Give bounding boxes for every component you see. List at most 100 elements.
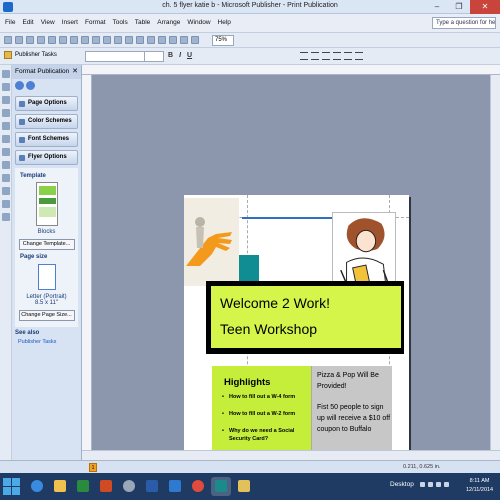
- powerpoint-taskbar-button[interactable]: [96, 477, 116, 496]
- change-page-size-button[interactable]: Change Page Size...: [18, 310, 75, 321]
- text-box-icon[interactable]: [2, 83, 10, 91]
- page-navigator-tab[interactable]: 1: [89, 463, 97, 472]
- start-button[interactable]: [3, 478, 21, 496]
- system-clock[interactable]: 8:11 AM 12/11/2014: [466, 477, 493, 495]
- zoom-select[interactable]: 75%: [212, 35, 234, 46]
- close-button[interactable]: ✕: [470, 0, 500, 14]
- hot-spot-icon[interactable]: [2, 200, 10, 208]
- print-icon[interactable]: [37, 36, 45, 44]
- cut-icon[interactable]: [81, 36, 89, 44]
- spelling-icon[interactable]: [59, 36, 67, 44]
- design-gallery-icon[interactable]: [2, 213, 10, 221]
- excel-taskbar-button[interactable]: [73, 477, 93, 496]
- oval-icon[interactable]: [2, 161, 10, 169]
- page-size-thumbnail[interactable]: [37, 264, 56, 290]
- color-schemes-button[interactable]: Color Schemes: [15, 114, 78, 129]
- internet-explorer-taskbar-button[interactable]: [27, 477, 47, 496]
- justify-icon[interactable]: [333, 52, 341, 60]
- insert-table-icon[interactable]: [2, 96, 10, 104]
- objects-toolbar: [0, 65, 12, 460]
- menu-view[interactable]: View: [41, 19, 55, 26]
- show-hidden-icons-icon[interactable]: [420, 482, 425, 487]
- publisher-taskbar-button[interactable]: [211, 477, 231, 496]
- page-options-button[interactable]: Page Options: [15, 96, 78, 111]
- italic-button[interactable]: I: [179, 52, 181, 59]
- file-explorer-taskbar-button[interactable]: [50, 477, 70, 496]
- bullets-icon[interactable]: [355, 52, 363, 60]
- desktop-toolbar[interactable]: Desktop: [390, 481, 414, 488]
- wordart-icon[interactable]: [2, 109, 10, 117]
- bold-button[interactable]: B: [168, 52, 173, 59]
- bring-forward-icon[interactable]: [147, 36, 155, 44]
- menu-table[interactable]: Table: [135, 19, 151, 26]
- windows-taskbar: Desktop 8:11 AM 12/11/2014: [0, 473, 500, 500]
- menu-format[interactable]: Format: [85, 19, 106, 26]
- vertical-scrollbar[interactable]: [490, 75, 500, 450]
- picture-frame-icon[interactable]: [2, 122, 10, 130]
- menu-insert[interactable]: Insert: [62, 19, 78, 26]
- menu-tools[interactable]: Tools: [113, 19, 128, 26]
- back-arrow-icon[interactable]: [15, 81, 24, 90]
- align-center-icon[interactable]: [311, 52, 319, 60]
- vertical-ruler[interactable]: [82, 75, 92, 450]
- publisher-tasks-button[interactable]: Publisher Tasks: [4, 51, 57, 59]
- template-thumbnail[interactable]: [35, 182, 58, 226]
- flag-icon[interactable]: [444, 482, 449, 487]
- numbering-icon[interactable]: [344, 52, 352, 60]
- help-search-input[interactable]: Type a question for help: [432, 17, 496, 29]
- menu-edit[interactable]: Edit: [22, 19, 33, 26]
- save-icon[interactable]: [26, 36, 34, 44]
- research-icon[interactable]: [70, 36, 78, 44]
- font-schemes-button[interactable]: Font Schemes: [15, 132, 78, 147]
- menu-file[interactable]: File: [5, 19, 15, 26]
- send-backward-icon[interactable]: [158, 36, 166, 44]
- forward-arrow-icon[interactable]: [26, 81, 35, 90]
- format-painter-icon[interactable]: [114, 36, 122, 44]
- logo-graphic[interactable]: [184, 198, 239, 286]
- insert-hyperlink-icon[interactable]: [169, 36, 177, 44]
- redo-icon[interactable]: [136, 36, 144, 44]
- volume-icon[interactable]: [436, 482, 441, 487]
- print-preview-icon[interactable]: [48, 36, 56, 44]
- align-right-icon[interactable]: [322, 52, 330, 60]
- flyer-options-button[interactable]: Flyer Options: [15, 150, 78, 165]
- flyer-title-line2[interactable]: Teen Workshop: [220, 321, 317, 337]
- flyer-title-line1[interactable]: Welcome 2 Work!: [220, 295, 330, 311]
- columns-icon[interactable]: [180, 36, 188, 44]
- info-textbox[interactable]: Pizza & Pop Will Be Provided! Fist 50 pe…: [312, 366, 392, 450]
- font-size-select[interactable]: [144, 51, 164, 62]
- menu-window[interactable]: Window: [187, 19, 210, 26]
- open-icon[interactable]: [15, 36, 23, 44]
- menu-arrange[interactable]: Arrange: [157, 19, 180, 26]
- align-left-icon[interactable]: [300, 52, 308, 60]
- underline-button[interactable]: U: [187, 52, 192, 59]
- horizontal-ruler[interactable]: [82, 65, 500, 75]
- horizontal-scrollbar[interactable]: [82, 450, 500, 460]
- publisher-tasks-link[interactable]: Publisher Tasks: [18, 339, 75, 345]
- chrome-taskbar-button[interactable]: [188, 477, 208, 496]
- task-pane-close-button[interactable]: ✕: [72, 67, 78, 75]
- maximize-button[interactable]: ❐: [448, 0, 470, 14]
- line-icon[interactable]: [2, 135, 10, 143]
- new-icon[interactable]: [4, 36, 12, 44]
- rectangle-icon[interactable]: [2, 174, 10, 182]
- word-taskbar-button[interactable]: [142, 477, 162, 496]
- network-icon[interactable]: [428, 482, 433, 487]
- copy-icon[interactable]: [92, 36, 100, 44]
- task-pane-title: Format Publication: [15, 68, 70, 75]
- arrow-icon[interactable]: [2, 148, 10, 156]
- select-objects-icon[interactable]: [2, 70, 10, 78]
- autoshapes-icon[interactable]: [2, 187, 10, 195]
- title-textbox[interactable]: Welcome 2 Work! Teen Workshop: [206, 281, 404, 354]
- sticky-notes-taskbar-button[interactable]: [234, 477, 254, 496]
- template-name: Blocks: [37, 229, 56, 235]
- change-template-button[interactable]: Change Template...: [18, 239, 75, 250]
- paste-icon[interactable]: [103, 36, 111, 44]
- menu-help[interactable]: Help: [218, 19, 231, 26]
- special-characters-icon[interactable]: [191, 36, 199, 44]
- outlook-taskbar-button[interactable]: [165, 477, 185, 496]
- highlights-textbox[interactable]: Highlights How to fill out a W-4 form Ho…: [212, 366, 312, 450]
- media-player-taskbar-button[interactable]: [119, 477, 139, 496]
- minimize-button[interactable]: –: [426, 0, 448, 14]
- undo-icon[interactable]: [125, 36, 133, 44]
